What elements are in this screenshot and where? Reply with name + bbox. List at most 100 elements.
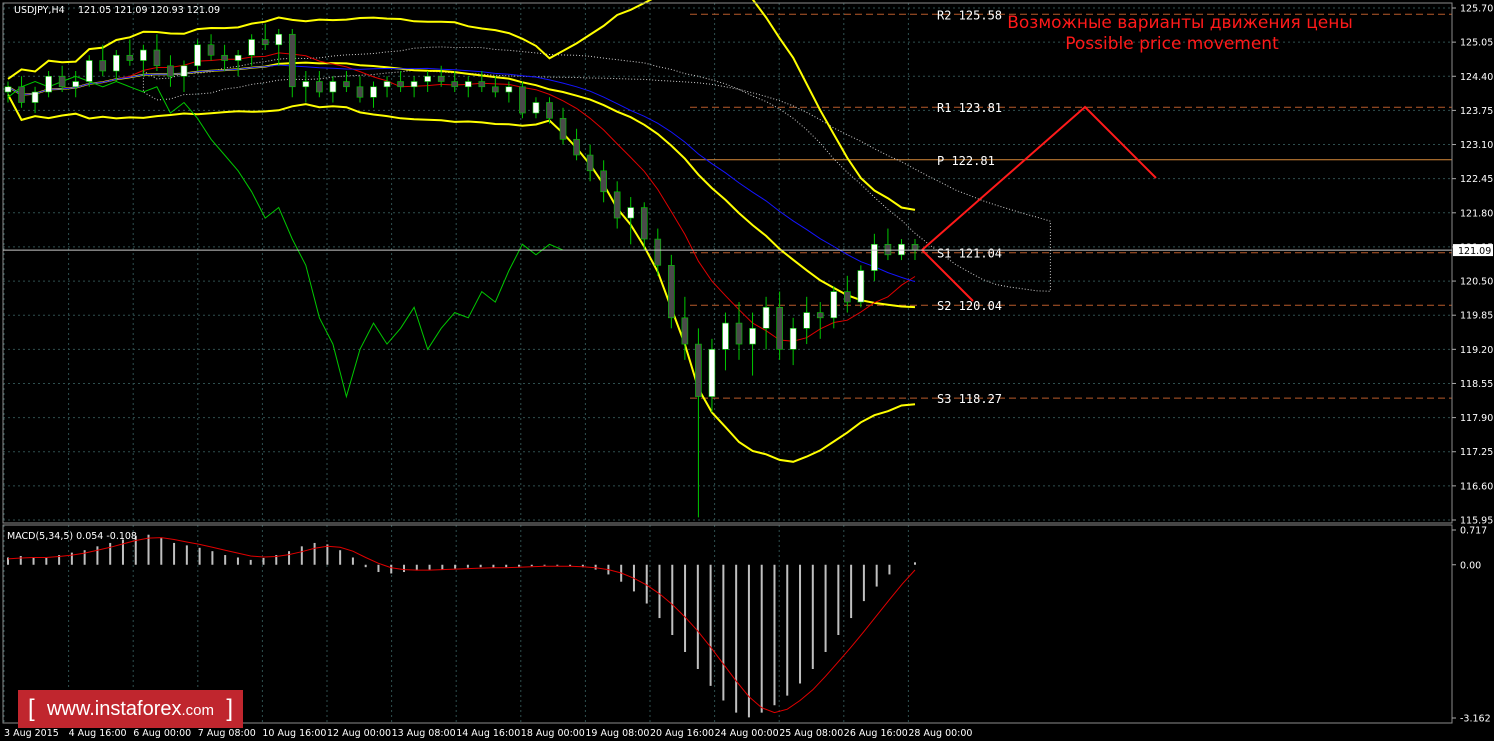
- chart-grid: [3, 3, 1452, 723]
- candle-body: [911, 244, 919, 251]
- x-tick-label: 7 Aug 08:00: [198, 728, 256, 739]
- candlesticks: [4, 23, 919, 518]
- x-tick-label: 28 Aug 00:00: [908, 728, 972, 739]
- instaforex-watermark[interactable]: [ www.instaforex.com ]: [18, 690, 243, 728]
- candle-body: [72, 81, 79, 88]
- candle-body: [153, 49, 161, 67]
- candle-body: [844, 291, 851, 303]
- candle-body: [708, 349, 716, 397]
- candle-body: [329, 81, 337, 93]
- y-tick-label: 124.40: [1460, 72, 1493, 83]
- candle-body: [221, 54, 228, 61]
- candle-body: [884, 244, 892, 256]
- candle-body: [248, 39, 255, 56]
- candle-body: [532, 102, 540, 114]
- candle-body: [85, 60, 93, 82]
- watermark-site-name: www.instaforex: [46, 697, 182, 720]
- candle-body: [668, 265, 675, 319]
- candle-body: [99, 60, 107, 72]
- y-tick-label: 116.60: [1460, 481, 1493, 492]
- y-tick-label: 117.90: [1460, 413, 1493, 424]
- watermark-close-bracket: ]: [226, 695, 233, 722]
- candle-body: [18, 86, 25, 103]
- candle-body: [451, 81, 459, 88]
- y-tick-label: 123.10: [1460, 140, 1493, 151]
- candle-body: [559, 117, 567, 140]
- ichimoku-cloud: [142, 46, 1051, 292]
- candle-body: [695, 343, 702, 397]
- macd-label: MACD(5,34,5) 0.054 -0.108: [7, 531, 137, 542]
- ohlc-label: 121.05 121.09 120.93 121.09: [78, 5, 220, 16]
- pivot-label-p: P 122.81: [937, 154, 995, 168]
- candle-body: [180, 65, 188, 77]
- candle-body: [749, 328, 756, 345]
- candle-body: [4, 86, 12, 93]
- candle-body: [762, 307, 770, 329]
- x-tick-label: 18 Aug 00:00: [521, 728, 585, 739]
- candle-body: [370, 86, 377, 98]
- x-tick-label: 19 Aug 08:00: [585, 728, 649, 739]
- candle-body: [275, 33, 283, 46]
- candle-body: [600, 170, 607, 193]
- watermark-tld: .com: [181, 701, 214, 719]
- pivot-label-s3: S3 118.27: [937, 392, 1002, 406]
- x-tick-label: 4 Aug 16:00: [69, 728, 127, 739]
- y-tick-label: 123.75: [1460, 106, 1493, 117]
- candle-body: [261, 39, 269, 46]
- candle-body: [830, 291, 838, 319]
- candle-body: [871, 244, 878, 271]
- chikou-line: [7, 75, 564, 399]
- candle-body: [45, 75, 52, 93]
- candle-body: [898, 244, 905, 256]
- candle-body: [722, 322, 729, 350]
- candle-body: [31, 91, 39, 103]
- candle-body: [58, 75, 66, 88]
- candle-body: [464, 81, 472, 88]
- watermark-site: www.instaforex.com: [47, 698, 214, 721]
- candle-body: [167, 65, 174, 77]
- candle-body: [112, 54, 120, 72]
- candle-body: [397, 81, 404, 88]
- candle-body: [505, 86, 513, 93]
- x-tick-label: 14 Aug 16:00: [456, 728, 520, 739]
- macd-y-tick-label: -3.162: [1460, 714, 1491, 725]
- candle-body: [613, 191, 621, 219]
- candle-body: [288, 33, 296, 88]
- pivot-label-r1: R1 123.81: [937, 101, 1002, 115]
- main-panel-frame: [2, 2, 1453, 524]
- forecast-title-en: Possible price movement: [1065, 34, 1279, 54]
- candle-body: [681, 317, 689, 345]
- candle-body: [586, 154, 594, 172]
- candle-body: [519, 86, 526, 114]
- y-tick-label: 120.50: [1460, 277, 1493, 288]
- candle-body: [126, 54, 134, 61]
- candle-body: [546, 102, 553, 119]
- x-tick-label: 13 Aug 08:00: [392, 728, 456, 739]
- candle-body: [316, 81, 323, 93]
- forecast-path: [921, 105, 1157, 302]
- y-tick-label: 118.55: [1460, 379, 1493, 390]
- candle-body: [816, 312, 824, 319]
- x-tick-label: 24 Aug 00:00: [715, 728, 779, 739]
- tenkan-line: [7, 52, 916, 342]
- candle-body: [140, 49, 147, 61]
- candle-body: [234, 54, 242, 61]
- candle-body: [627, 207, 635, 219]
- x-tick-label: 6 Aug 00:00: [133, 728, 191, 739]
- candle-body: [654, 238, 662, 266]
- cloud-outline: [142, 46, 1051, 292]
- watermark-open-bracket: [: [28, 695, 35, 722]
- price-chart: R2 125.58 R1 123.81 P 122.81 S1 121.04 S2 12…: [2, 0, 1493, 739]
- candle-body: [640, 207, 648, 240]
- candle-body: [356, 86, 364, 98]
- candle-body: [424, 75, 431, 82]
- pivot-label-s2: S2 120.04: [937, 299, 1002, 313]
- y-tick-label: 121.80: [1460, 208, 1493, 219]
- candle-body: [492, 86, 499, 93]
- candle-body: [857, 270, 865, 303]
- candle-body: [803, 312, 811, 329]
- candle-body: [383, 81, 391, 88]
- x-tick-label: 12 Aug 00:00: [327, 728, 391, 739]
- candle-body: [194, 44, 201, 67]
- y-tick-label: 125.70: [1460, 4, 1493, 15]
